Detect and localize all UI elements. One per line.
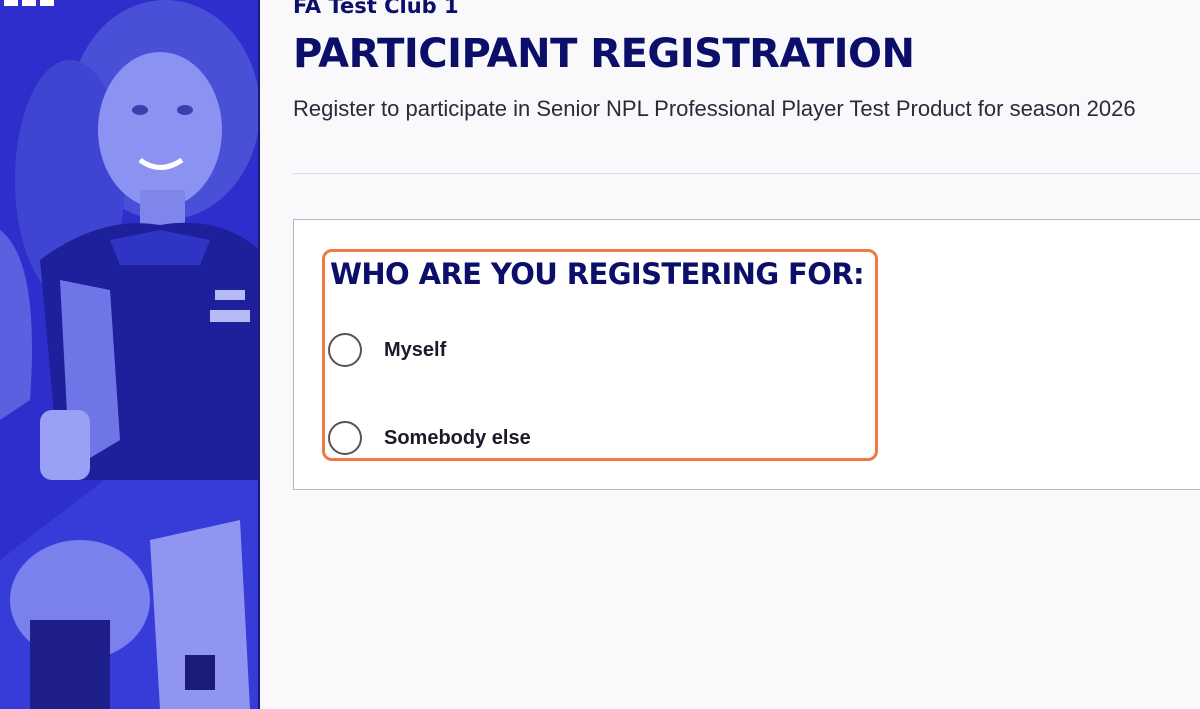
sidebar-hero-image <box>0 0 260 709</box>
option-somebody-else-label: Somebody else <box>384 426 531 449</box>
club-name: FA Test Club 1 <box>293 0 459 18</box>
option-myself-label: Myself <box>384 338 447 361</box>
radio-somebody-else[interactable] <box>328 421 362 455</box>
option-myself[interactable]: Myself <box>328 333 446 367</box>
header-divider <box>293 173 1200 174</box>
player-photo <box>0 0 260 709</box>
option-somebody-else[interactable]: Somebody else <box>328 421 531 455</box>
page-title: PARTICIPANT REGISTRATION <box>293 31 915 77</box>
page-subtitle: Register to participate in Senior NPL Pr… <box>293 96 1136 121</box>
radio-myself[interactable] <box>328 333 362 367</box>
registering-for-question: WHO ARE YOU REGISTERING FOR: <box>330 257 865 291</box>
